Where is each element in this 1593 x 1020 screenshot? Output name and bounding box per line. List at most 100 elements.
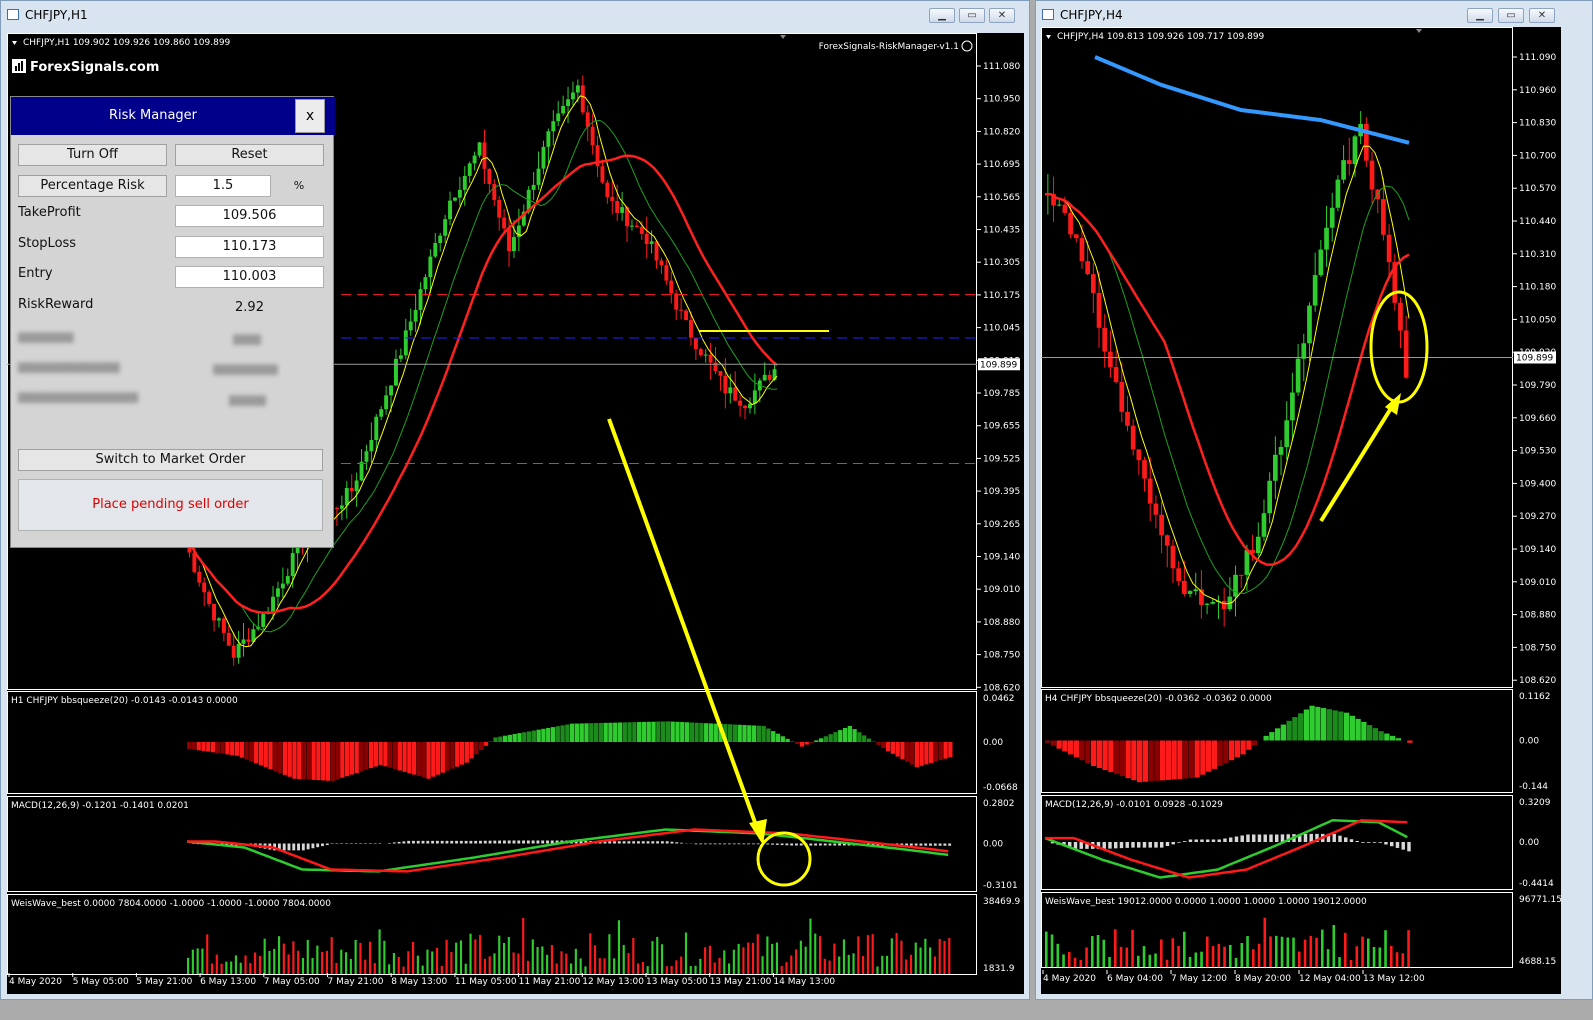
macd-histogram-bar bbox=[914, 843, 918, 846]
candle-body bbox=[1073, 234, 1079, 239]
bbsqueeze-bar bbox=[1194, 740, 1200, 778]
entry-input[interactable]: 110.003 bbox=[175, 266, 324, 288]
chart-area-h4[interactable]: 111.090 110.960 110.830 110.700 110.570 110.4… bbox=[1041, 27, 1561, 994]
weiswave-bar bbox=[589, 933, 592, 974]
macd-histogram-bar bbox=[675, 842, 679, 844]
weiswave-bar bbox=[1108, 956, 1111, 967]
weiswave-bar bbox=[756, 934, 759, 974]
weiswave-bar bbox=[593, 945, 597, 974]
candle-body bbox=[580, 85, 585, 113]
macd-histogram-bar bbox=[426, 840, 430, 844]
dropdown-arrow-icon[interactable] bbox=[12, 41, 17, 45]
risk-manager-title: Risk Manager bbox=[108, 108, 198, 123]
price-axis-label: 110.310 bbox=[1519, 250, 1556, 260]
risk-manager-close-button[interactable]: x bbox=[295, 99, 325, 133]
macd-histogram-bar bbox=[1246, 834, 1250, 842]
percentage-risk-button[interactable]: Percentage Risk bbox=[18, 175, 167, 197]
weiswave-bar bbox=[1355, 946, 1359, 967]
weiswave-bar bbox=[1177, 945, 1180, 967]
maximize-button[interactable]: ▭ bbox=[959, 8, 985, 23]
price-axis-label: 110.700 bbox=[1519, 151, 1556, 161]
maximize-button-h4[interactable]: ▭ bbox=[1498, 8, 1524, 23]
close-button-h4[interactable]: ✕ bbox=[1529, 8, 1555, 23]
shift-marker-icon[interactable] bbox=[1416, 29, 1422, 33]
chart-window-h1[interactable]: CHFJPY,H1 ▁ ▭ ✕ 111.080 110.950 110.820 110… bbox=[0, 0, 1030, 1000]
weiswave-bar bbox=[1344, 932, 1347, 967]
macd-histogram-bar bbox=[1240, 835, 1244, 842]
risk-reward-value: 2.92 bbox=[235, 300, 264, 315]
bbsqueeze-bar bbox=[751, 725, 757, 742]
weiswave-bar bbox=[1096, 934, 1100, 967]
minimize-button-h4[interactable]: ▁ bbox=[1467, 8, 1493, 23]
close-button[interactable]: ✕ bbox=[989, 8, 1015, 23]
candle-body bbox=[566, 99, 570, 106]
bbsqueeze-bar bbox=[388, 742, 393, 768]
price-axis-label: 109.400 bbox=[1519, 479, 1556, 489]
reset-button[interactable]: Reset bbox=[175, 144, 324, 166]
switch-to-market-order-button[interactable]: Switch to Market Order bbox=[18, 449, 323, 471]
weiswave-bar bbox=[258, 955, 261, 974]
weiswave-bar bbox=[479, 934, 482, 974]
macd-histogram-bar bbox=[1275, 834, 1279, 842]
candle-body bbox=[236, 643, 241, 658]
macd-histogram-bar bbox=[646, 841, 650, 844]
risk-manager-panel[interactable]: Risk Manager x Turn Off Reset Percentage… bbox=[10, 96, 335, 548]
candle-body bbox=[354, 480, 359, 492]
time-axis-label: 11 May 05:00 bbox=[455, 977, 517, 987]
weiswave-bar bbox=[187, 957, 190, 974]
weiswave-bar bbox=[761, 956, 764, 974]
percentage-risk-input[interactable]: 1.5 bbox=[175, 175, 271, 197]
weiswave-bar bbox=[814, 933, 817, 974]
price-axis-label: 110.820 bbox=[983, 127, 1020, 137]
title-bar-h4[interactable]: CHFJPY,H4 ▁ ▭ ✕ bbox=[1036, 1, 1592, 29]
stop-loss-input[interactable]: 110.173 bbox=[175, 236, 324, 258]
risk-manager-header[interactable]: Risk Manager x bbox=[11, 97, 335, 135]
weiswave-bar bbox=[660, 944, 664, 974]
time-axis-label: 7 May 21:00 bbox=[328, 977, 384, 987]
weiswave-bar bbox=[378, 929, 381, 974]
chart-info-header: CHFJPY,H4 109.813 109.926 109.717 109.89… bbox=[1057, 32, 1265, 42]
weiswave-bar bbox=[215, 954, 218, 974]
bbsqueeze-bar bbox=[1298, 713, 1304, 741]
bbsqueeze-bar bbox=[220, 742, 225, 754]
candle-body bbox=[389, 385, 393, 396]
candle-body bbox=[413, 309, 418, 322]
candle-body bbox=[644, 233, 649, 244]
macd-histogram-bar bbox=[1079, 842, 1083, 849]
weiswave-bar bbox=[1171, 938, 1175, 967]
weiswave-bar bbox=[1056, 943, 1060, 967]
weiswave-bar bbox=[512, 952, 515, 974]
candle-body bbox=[1147, 478, 1153, 504]
indicator-scale-label: 38469.9 bbox=[983, 897, 1020, 907]
dropdown-arrow-icon[interactable] bbox=[1046, 35, 1051, 39]
macd-histogram-bar bbox=[1349, 839, 1354, 842]
weiswave-bar bbox=[727, 963, 731, 974]
title-bar[interactable]: CHFJPY,H1 ▁ ▭ ✕ bbox=[1, 1, 1029, 29]
macd-histogram-bar bbox=[704, 843, 707, 845]
candle-body bbox=[1182, 580, 1187, 594]
bbsqueeze-bar bbox=[641, 721, 647, 742]
weiswave-bar bbox=[1338, 957, 1341, 967]
place-pending-sell-order-button[interactable]: Place pending sell order bbox=[18, 479, 323, 531]
minimize-button[interactable]: ▁ bbox=[929, 8, 955, 23]
weiswave-bar bbox=[1165, 959, 1169, 967]
take-profit-input[interactable]: 109.506 bbox=[175, 205, 324, 227]
candle-body bbox=[1085, 261, 1090, 275]
macd-histogram-bar bbox=[1407, 842, 1411, 852]
chart-window-h4[interactable]: CHFJPY,H4 ▁ ▭ ✕ 111.090 110.960 110.830 110… bbox=[1035, 0, 1593, 1000]
weiswave-bar bbox=[909, 954, 913, 974]
weiswave-bar bbox=[828, 960, 831, 974]
macd-histogram-bar bbox=[924, 843, 928, 846]
weiswave-bar bbox=[1401, 953, 1405, 967]
bbsqueeze-bar bbox=[344, 742, 350, 777]
turn-off-button[interactable]: Turn Off bbox=[18, 144, 167, 166]
bbsqueeze-bar bbox=[464, 742, 469, 763]
weiswave-bar bbox=[1395, 952, 1399, 967]
candle-body bbox=[546, 131, 551, 147]
shift-marker-icon[interactable] bbox=[780, 35, 786, 39]
candle-body bbox=[241, 639, 246, 644]
chart-area-h1[interactable]: 111.080 110.950 110.820 110.695 110.565 110.4… bbox=[7, 33, 1024, 994]
chart-canvas-h4[interactable]: 111.090 110.960 110.830 110.700 110.570 110.4… bbox=[1041, 27, 1561, 994]
macd-histogram-bar bbox=[1355, 841, 1359, 842]
candle-body bbox=[207, 592, 212, 604]
